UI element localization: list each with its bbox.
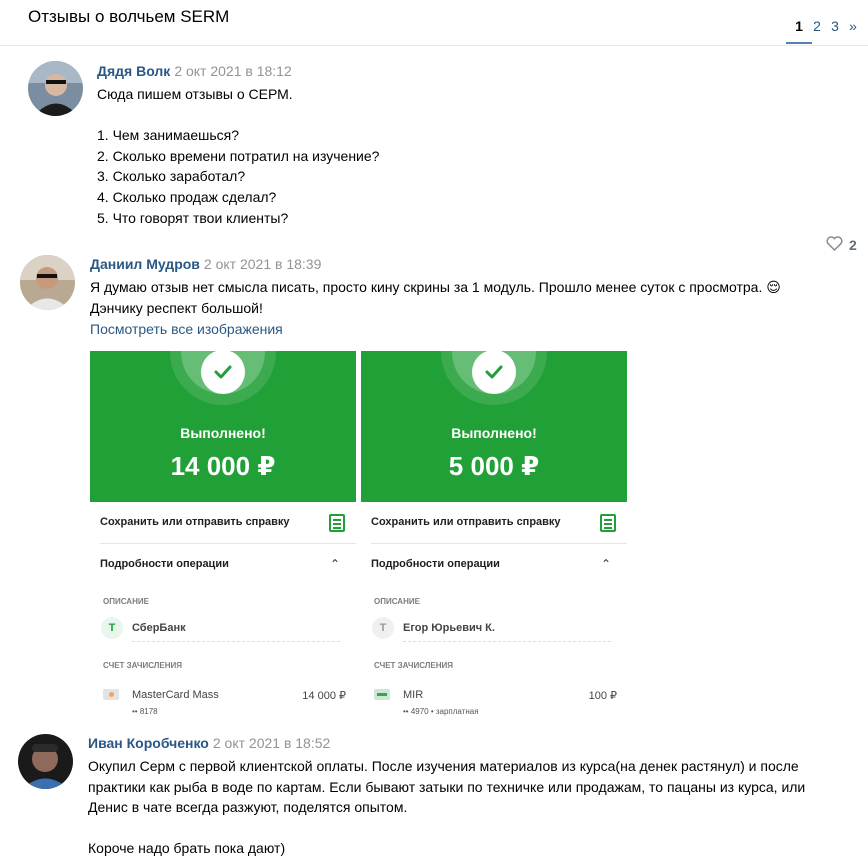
divider [132, 641, 340, 642]
text-line [97, 105, 379, 126]
payee-name: СберБанк [132, 622, 186, 634]
post-author-line: Иван Коробченко 2 окт 2021 в 18:52 [88, 735, 330, 751]
mir-card-icon [374, 689, 390, 700]
text-line: Денис в чате всегда разжуют, поделятся о… [88, 799, 408, 816]
save-receipt-label: Сохранить или отправить справку [371, 516, 561, 528]
text-line: Дэнчику респект большой! [90, 299, 263, 316]
text-line: 4. Сколько продаж сделал? [97, 188, 277, 205]
receipt-status: Выполнено! [180, 425, 266, 441]
author-name[interactable]: Дядя Волк [97, 63, 170, 79]
card-name: MasterCard Mass [132, 689, 219, 701]
post-date[interactable]: 2 окт 2021 в 18:12 [174, 63, 291, 79]
page-2-link[interactable]: 2 [808, 18, 826, 34]
pagination: 1 2 3 » [786, 18, 862, 44]
chevron-up-icon: ⌃ [601, 557, 612, 571]
text-line: Короче надо брать пока дают) [88, 840, 286, 857]
post-author-line: Даниил Мудров 2 окт 2021 в 18:39 [90, 256, 321, 272]
receipt-image[interactable]: Выполнено! 5 000 ₽ Сохранить или отправи… [361, 351, 627, 723]
post-text: Сюда пишем отзывы о СЕРМ. 1. Чем занимае… [97, 84, 379, 228]
description-label: ОПИСАНИЕ [374, 597, 420, 606]
description-label: ОПИСАНИЕ [103, 597, 149, 606]
account-label: СЧЕТ ЗАЧИСЛЕНИЯ [103, 661, 182, 670]
text-line: 3. Сколько заработал? [97, 168, 246, 185]
heart-icon [826, 236, 843, 254]
text-line: 1. Чем занимаешься? [97, 127, 240, 144]
check-icon [201, 351, 245, 394]
text-line: 5. Что говорят твои клиенты? [97, 209, 289, 226]
receipt-image[interactable]: Выполнено! 14 000 ₽ Сохранить или отправ… [90, 351, 356, 723]
payee-initial: Т [372, 617, 394, 639]
page-1-link[interactable]: 1 [786, 18, 812, 44]
receipt-status-block: Выполнено! 14 000 ₽ [90, 351, 356, 502]
text-line: практики как рыба в воде по картам. Если… [88, 778, 806, 795]
author-name[interactable]: Иван Коробченко [88, 735, 209, 751]
payee-initial: Т [101, 617, 123, 639]
payee-name: Егор Юрьевич К. [403, 622, 495, 634]
receipt-status: Выполнено! [451, 425, 537, 441]
avatar[interactable] [28, 61, 83, 116]
text-line [88, 818, 805, 839]
card-number: •• 8178 [132, 707, 158, 716]
chevron-up-icon: ⌃ [330, 557, 341, 571]
operation-details-label: Подробности операции [100, 558, 229, 570]
document-icon [329, 514, 345, 532]
mastercard-icon [103, 689, 119, 700]
card-sum: 100 ₽ [588, 690, 617, 702]
receipt-amount: 14 000 ₽ [170, 451, 276, 481]
avatar[interactable] [20, 255, 75, 310]
account-label: СЧЕТ ЗАЧИСЛЕНИЯ [374, 661, 453, 670]
card-number: •• 4970 • зарплатная [403, 707, 479, 716]
operation-details-label: Подробности операции [371, 558, 500, 570]
receipt-status-block: Выполнено! 5 000 ₽ [361, 351, 627, 502]
topic-title: Отзывы о волчьем SERM [28, 7, 230, 26]
avatar[interactable] [18, 734, 73, 789]
divider [371, 543, 627, 544]
like-button[interactable]: 2 [826, 236, 857, 254]
text-line: Окупил Серм с первой клиентской оплаты. … [88, 758, 799, 774]
post-text: Окупил Серм с первой клиентской оплаты. … [88, 756, 805, 858]
topic-header: Отзывы о волчьем SERM 1 2 3 » [0, 0, 868, 46]
view-all-images-link[interactable]: Посмотреть все изображения [90, 321, 283, 337]
divider [403, 641, 611, 642]
document-icon [600, 514, 616, 532]
divider [100, 543, 356, 544]
card-name: MIR [403, 689, 424, 701]
receipt-amount: 5 000 ₽ [448, 451, 540, 481]
card-sum: 14 000 ₽ [302, 690, 346, 702]
post-date[interactable]: 2 окт 2021 в 18:39 [204, 256, 321, 272]
page-3-link[interactable]: 3 [826, 18, 844, 34]
post-date[interactable]: 2 окт 2021 в 18:52 [213, 735, 330, 751]
text-line: 2. Сколько времени потратил на изучение? [97, 147, 380, 164]
save-receipt-label: Сохранить или отправить справку [100, 516, 290, 528]
post-text: Я думаю отзыв нет смысла писать, просто … [90, 277, 781, 318]
text-line: Я думаю отзыв нет смысла писать, просто … [90, 279, 781, 295]
next-page-link[interactable]: » [844, 18, 862, 34]
like-count: 2 [849, 237, 857, 253]
text-line: Сюда пишем отзывы о СЕРМ. [97, 86, 293, 102]
post-author-line: Дядя Волк 2 окт 2021 в 18:12 [97, 63, 292, 79]
check-icon [472, 351, 516, 394]
author-name[interactable]: Даниил Мудров [90, 256, 200, 272]
